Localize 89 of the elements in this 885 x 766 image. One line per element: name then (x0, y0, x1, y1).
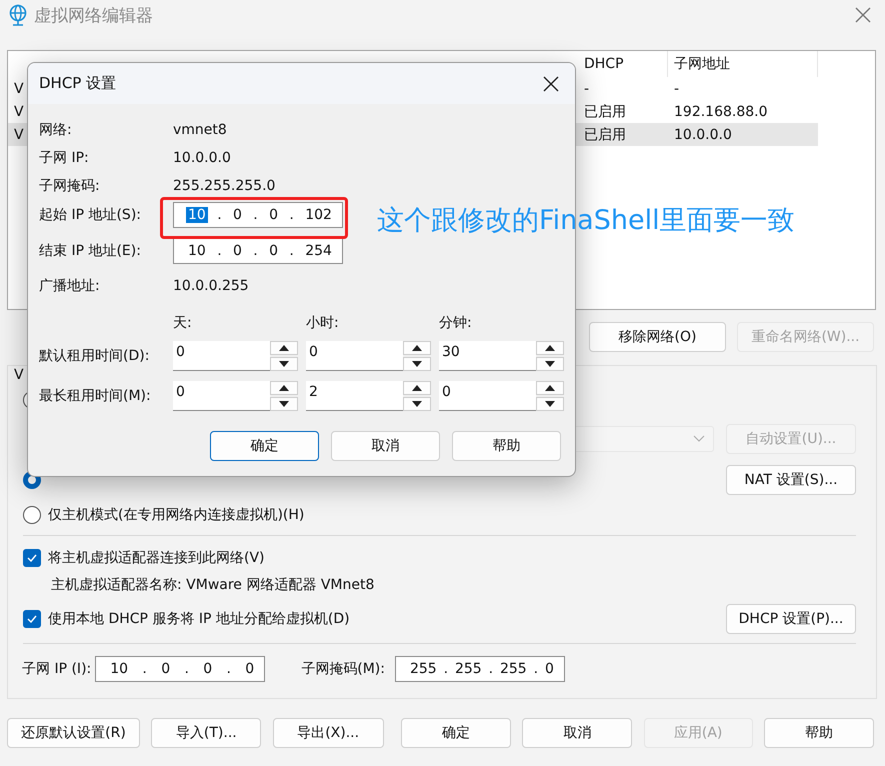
table-cell-text: 已启用 (583, 102, 627, 120)
triangle-up-icon (545, 385, 555, 391)
radio-label[interactable]: 仅主机模式(在专用网络内连接虚拟机)(H) (48, 506, 304, 524)
dialog-button[interactable]: 还原默认设置(R) (7, 718, 140, 748)
triangle-down-icon (545, 361, 555, 367)
field-label: 网络: (39, 121, 73, 139)
column-label: 天: (173, 314, 193, 333)
number-field[interactable]: 2 (306, 381, 403, 411)
dialog-button[interactable]: 帮助 (764, 718, 874, 748)
number-field[interactable]: 0 (173, 341, 270, 371)
chevron-down-icon (693, 435, 705, 443)
ip-field[interactable]: 10 . 0 . 0 . 102 (173, 202, 343, 228)
triangle-down-icon (545, 401, 555, 407)
dialog-button[interactable]: 确定 (400, 718, 511, 748)
radio-button[interactable] (23, 506, 41, 524)
dialog-button[interactable]: 帮助 (452, 431, 561, 461)
number-field[interactable]: 30 (439, 341, 536, 371)
field-label: 广播地址: (39, 277, 101, 295)
field-value: 10.0.0.0 (173, 150, 231, 166)
triangle-down-icon (279, 401, 289, 407)
number-field[interactable]: 0 (439, 381, 536, 411)
spin-down-button[interactable] (403, 357, 431, 371)
spin-down-button[interactable] (536, 397, 564, 411)
column-header[interactable]: 子网地址 (668, 51, 818, 77)
check-icon (27, 615, 37, 623)
checkbox[interactable] (23, 549, 41, 567)
field-label: 子网掩码(M): (301, 660, 385, 678)
table-cell-text: - (673, 80, 680, 96)
table-cell-text: 10.0.0.0 (673, 126, 733, 142)
globe-icon (8, 4, 28, 26)
field-label: 子网 IP: (39, 149, 90, 167)
dhcp-settings-button[interactable]: DHCP 设置(P)... (726, 604, 856, 634)
table-cell-text: 已启用 (583, 126, 627, 144)
spin-up-button[interactable] (536, 381, 564, 395)
column-label: 分钟: (439, 314, 473, 333)
dialog-title: DHCP 设置 (39, 74, 118, 93)
spin-up-button[interactable] (536, 341, 564, 355)
column-header[interactable]: DHCP (578, 51, 668, 77)
ip-field[interactable]: 10 . 0 . 0 . 0 (95, 656, 266, 682)
field-label: 最长租用时间(M): (39, 387, 152, 405)
table-cell-text: V (13, 104, 24, 120)
nat-settings-button[interactable]: NAT 设置(S)... (726, 465, 856, 495)
spin-down-button[interactable] (536, 357, 564, 371)
spin-down-button[interactable] (270, 357, 298, 371)
annotation-text: 这个跟修改的FinaShell里面要一致 (377, 204, 795, 238)
check-icon (27, 554, 37, 562)
spin-down-button[interactable] (270, 397, 298, 411)
dialog-button[interactable]: 取消 (331, 431, 440, 461)
field-label: 默认租用时间(D): (39, 347, 150, 365)
field-value: vmnet8 (173, 122, 227, 138)
spin-up-button[interactable] (270, 341, 298, 355)
number-field[interactable]: 0 (173, 381, 270, 411)
field-label: 结束 IP 地址(E): (39, 242, 142, 260)
triangle-up-icon (412, 345, 422, 351)
triangle-up-icon (279, 385, 289, 391)
table-cell-text: 192.168.88.0 (673, 104, 769, 120)
field-label: 子网 IP (I): (22, 660, 92, 678)
ip-field[interactable]: 10 . 0 . 0 . 254 (173, 238, 343, 264)
triangle-up-icon (545, 345, 555, 351)
triangle-up-icon (412, 385, 422, 391)
spin-up-button[interactable] (403, 341, 431, 355)
dialog-button[interactable]: 导入(T)... (151, 718, 262, 748)
window-title: 虚拟网络编辑器 (34, 4, 154, 26)
field-value: 255.255.255.0 (173, 178, 276, 194)
table-button[interactable]: 移除网络(O) (589, 322, 726, 352)
group-label: V (14, 367, 24, 383)
dialog-button[interactable]: 导出(X)... (272, 718, 384, 748)
spin-up-button[interactable] (403, 381, 431, 395)
field-label: 起始 IP 地址(S): (39, 206, 142, 224)
spin-down-button[interactable] (403, 397, 431, 411)
triangle-up-icon (279, 345, 289, 351)
field-value: 10.0.0.255 (173, 278, 249, 294)
triangle-down-icon (412, 401, 422, 407)
checkbox[interactable] (23, 610, 41, 628)
field-label: 子网掩码: (39, 177, 101, 195)
number-field[interactable]: 0 (306, 341, 403, 371)
dialog-button[interactable]: 取消 (522, 718, 632, 748)
checkbox-label[interactable]: 使用本地 DHCP 服务将 IP 地址分配给虚拟机(D) (48, 610, 726, 628)
triangle-down-icon (412, 361, 422, 367)
close-icon[interactable] (543, 76, 559, 92)
table-cell-text: - (583, 80, 590, 96)
checkbox-label[interactable]: 将主机虚拟适配器连接到此网络(V) (48, 549, 265, 567)
ip-field[interactable]: 255 . 255 . 255 . 0 (394, 656, 565, 682)
table-cell-text: V (13, 126, 24, 142)
adapter-name-text: 主机虚拟适配器名称: VMware 网络适配器 VMnet8 (51, 576, 374, 594)
dialog-button[interactable]: 确定 (210, 431, 319, 461)
spin-up-button[interactable] (270, 381, 298, 395)
triangle-down-icon (279, 361, 289, 367)
column-label: 小时: (306, 314, 340, 333)
